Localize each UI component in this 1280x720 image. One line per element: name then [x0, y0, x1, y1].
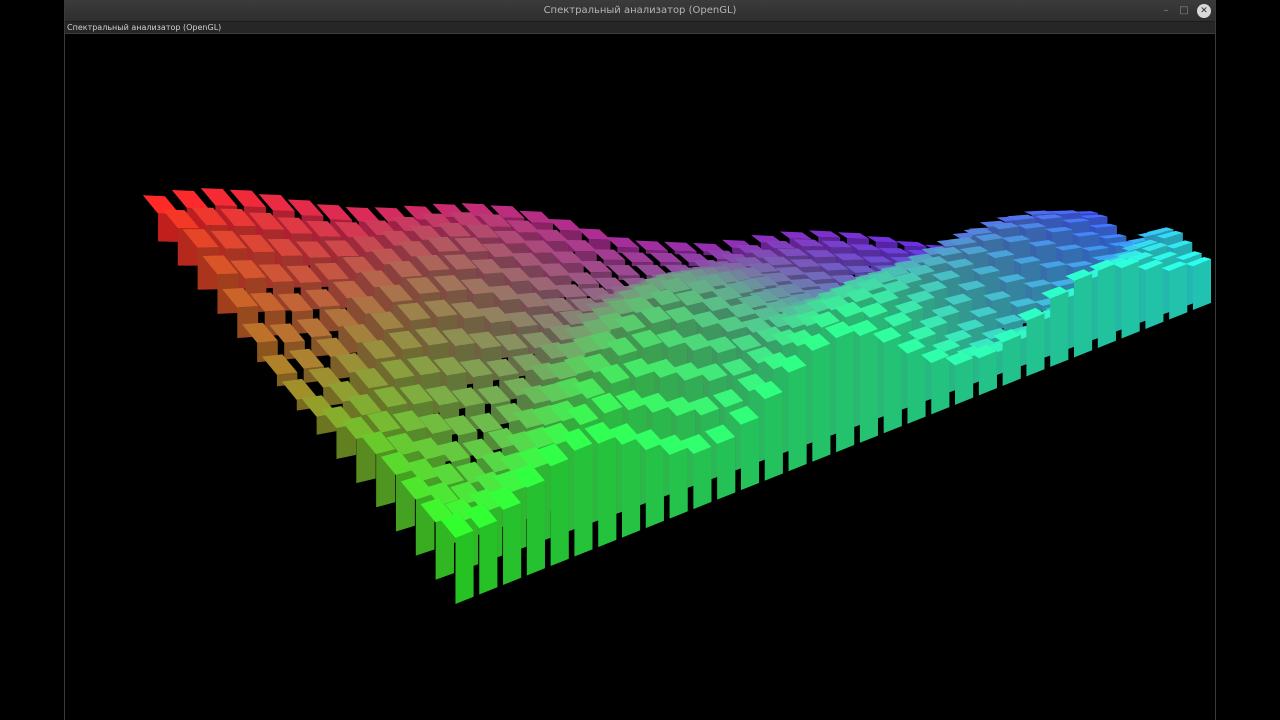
bar-top-face [837, 232, 869, 239]
bar-top-face [635, 240, 668, 251]
bar-front-face [455, 530, 474, 604]
bar-top-face [620, 252, 654, 263]
window-caption: Спектральный анализатор (OpenGL) [67, 23, 222, 32]
bar-front-face [1002, 335, 1021, 386]
bar-top-face [607, 265, 640, 276]
bar-front-face [1145, 262, 1164, 330]
bar-front-face [1097, 263, 1116, 348]
bar-top-face [171, 190, 209, 209]
application-window: Спектральный анализатор (OpenGL) – □ ✕ С… [64, 0, 1216, 720]
spectrum-3d-bars [142, 188, 1212, 604]
bar-front-face [574, 443, 593, 557]
bar-front-face [479, 520, 498, 595]
bar-front-face [859, 328, 878, 443]
bar-top-face [577, 228, 611, 240]
bar-top-face [635, 264, 668, 276]
bar-front-face [621, 437, 641, 538]
bar-top-face [548, 218, 582, 231]
bar-front-face [764, 392, 783, 481]
minimize-button[interactable]: – [1159, 4, 1173, 18]
bar-front-face [1169, 263, 1188, 320]
bar-front-face [526, 480, 545, 576]
bar-front-face [550, 459, 569, 567]
opengl-viewport[interactable] [65, 34, 1215, 720]
bar-top-face [895, 241, 927, 247]
bar-front-face [955, 358, 974, 405]
bar-front-face [788, 365, 807, 472]
bar-front-face [693, 446, 712, 510]
bar-front-face [978, 351, 997, 396]
bar-front-face [931, 355, 950, 415]
bar-top-face [606, 236, 640, 248]
bar-front-face [503, 502, 522, 585]
bar-front-face [740, 417, 760, 491]
bar-front-face [1026, 313, 1045, 377]
window-titlebar[interactable]: Спектральный анализатор (OpenGL) – □ ✕ [65, 0, 1215, 22]
window-caption-bar: Спектральный анализатор (OpenGL) [65, 22, 1215, 34]
bar-top-face [808, 230, 841, 238]
bar-front-face [1050, 291, 1069, 367]
window-title: Спектральный анализатор (OpenGL) [543, 5, 737, 16]
bar-front-face [598, 436, 617, 548]
spectrum-bar [664, 241, 697, 255]
bar-front-face [1192, 259, 1212, 311]
close-button[interactable]: ✕ [1197, 4, 1211, 18]
bar-front-face [907, 346, 926, 424]
desktop-background: Спектральный анализатор (OpenGL) – □ ✕ С… [0, 0, 1280, 720]
bar-top-face [866, 236, 898, 243]
bar-front-face [883, 335, 902, 434]
spectrum-bar [649, 252, 682, 267]
spectrum-bar [620, 252, 654, 267]
bar-top-face [664, 241, 697, 252]
bar-front-face [836, 330, 855, 453]
bar-front-face [1121, 261, 1140, 339]
bar-front-face [717, 436, 736, 500]
bar-top-face [779, 231, 812, 239]
bar-front-face [669, 447, 688, 519]
bar-front-face [645, 442, 664, 529]
bar-front-face [812, 343, 831, 462]
maximize-button[interactable]: □ [1177, 4, 1191, 18]
bar-front-face [1073, 273, 1093, 358]
spectrum-bar [635, 240, 668, 255]
